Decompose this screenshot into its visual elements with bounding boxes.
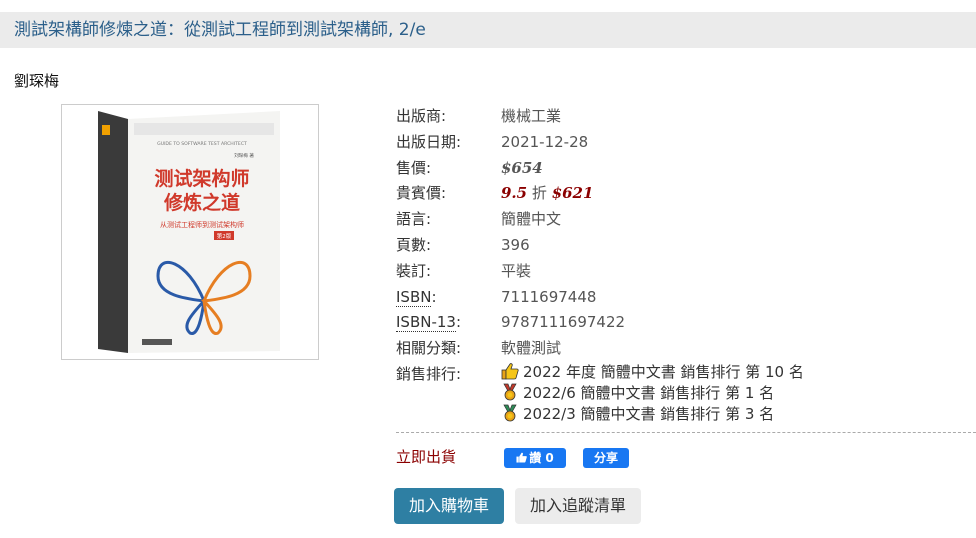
ranking-text: 2022/6 簡體中文書 銷售排行 第 1 名 xyxy=(523,383,775,402)
rankings-label: 銷售排行: xyxy=(396,364,462,383)
publisher-label: 出版商: xyxy=(396,107,447,125)
isbn13-value: 9787111697422 xyxy=(501,313,626,332)
ranking-item[interactable]: 2022/6 簡體中文書 銷售排行 第 1 名 xyxy=(501,383,804,404)
isbn-colon: : xyxy=(431,287,437,306)
rankings-list: 2022 年度 簡體中文書 銷售排行 第 10 名 2022/6 簡體中文書 銷… xyxy=(501,362,804,425)
cover-title-line1: 测试架构师 xyxy=(154,167,249,190)
vip-price-label: 貴賓價: xyxy=(396,184,447,203)
language-label: 語言: xyxy=(396,210,432,229)
medal-icon xyxy=(503,404,517,422)
binding-label: 裝訂: xyxy=(396,261,432,280)
add-to-wishlist-button[interactable]: 加入追蹤清單 xyxy=(515,488,641,524)
category-link[interactable]: 軟體測試 xyxy=(501,336,561,362)
isbn-label: ISBN xyxy=(396,287,432,307)
thumbs-up-icon xyxy=(501,363,519,380)
cover-en-subtitle: GUIDE TO SOFTWARE TEST ARCHITECT xyxy=(157,141,247,147)
author-link[interactable]: 劉琛梅 xyxy=(14,70,59,91)
isbn13-label: ISBN-13 xyxy=(396,313,456,333)
ranking-text: 2022 年度 簡體中文書 銷售排行 第 10 名 xyxy=(523,362,804,381)
book-cover-image: GUIDE TO SOFTWARE TEST ARCHITECT 刘琛梅 著 测… xyxy=(98,111,280,353)
publisher-value[interactable]: 機械工業 xyxy=(501,104,561,130)
facebook-like-button[interactable]: 讚 0 xyxy=(504,448,566,468)
cover-blurb xyxy=(134,123,274,135)
pub-date-value: 2021-12-28 xyxy=(501,132,589,151)
divider xyxy=(396,432,976,433)
cover-title-line2: 修炼之道 xyxy=(163,191,240,214)
isbn13-label-group: ISBN-13: xyxy=(396,310,496,336)
publisher-logo xyxy=(142,339,172,345)
cover-edition: 第2版 xyxy=(217,232,232,240)
ranking-text: 2022/3 簡體中文書 銷售排行 第 3 名 xyxy=(523,404,775,423)
isbn-label-group: ISBN: xyxy=(396,285,496,311)
page-title: 測試架構師修煉之道：從測試工程師到測試架構師, 2/e xyxy=(14,20,426,40)
pub-date-label: 出版日期: xyxy=(396,132,462,151)
cover-cn-subtitle: 从测试工程师到测试架构师 xyxy=(160,220,244,229)
price-value: $654 xyxy=(501,158,543,177)
like-label: 讚 0 xyxy=(529,451,554,465)
pages-label: 頁數: xyxy=(396,235,432,254)
cover-author-line: 刘琛梅 著 xyxy=(234,152,254,159)
ranking-item[interactable]: 2022/3 簡體中文書 銷售排行 第 3 名 xyxy=(501,404,804,425)
spine-logo xyxy=(102,125,110,135)
pages-value: 396 xyxy=(501,235,530,254)
vip-discount: 9.5 xyxy=(501,184,528,203)
isbn13-colon: : xyxy=(455,313,462,332)
add-to-cart-button[interactable]: 加入購物車 xyxy=(394,488,504,524)
cover-spine xyxy=(98,111,128,353)
price-label: 售價: xyxy=(396,158,432,177)
title-bar: 測試架構師修煉之道：從測試工程師到測試架構師, 2/e xyxy=(0,12,976,48)
cover-image-frame[interactable]: GUIDE TO SOFTWARE TEST ARCHITECT 刘琛梅 著 测… xyxy=(61,104,319,360)
category-label: 相關分類: xyxy=(396,339,462,358)
cover-front xyxy=(128,111,280,353)
vip-price-value: $621 xyxy=(551,184,594,203)
thumbs-up-icon xyxy=(516,452,528,463)
vip-price-group: 9.5 折 $621 xyxy=(501,181,593,207)
vip-discount-unit: 折 xyxy=(531,184,547,203)
medal-icon xyxy=(503,383,517,401)
facebook-share-button[interactable]: 分享 xyxy=(583,448,629,468)
ranking-item[interactable]: 2022 年度 簡體中文書 銷售排行 第 10 名 xyxy=(501,362,804,383)
binding-value: 平裝 xyxy=(501,261,532,280)
language-value: 簡體中文 xyxy=(501,210,562,229)
isbn-value: 7111697448 xyxy=(501,287,597,306)
stock-status: 立即出貨 xyxy=(396,448,457,466)
